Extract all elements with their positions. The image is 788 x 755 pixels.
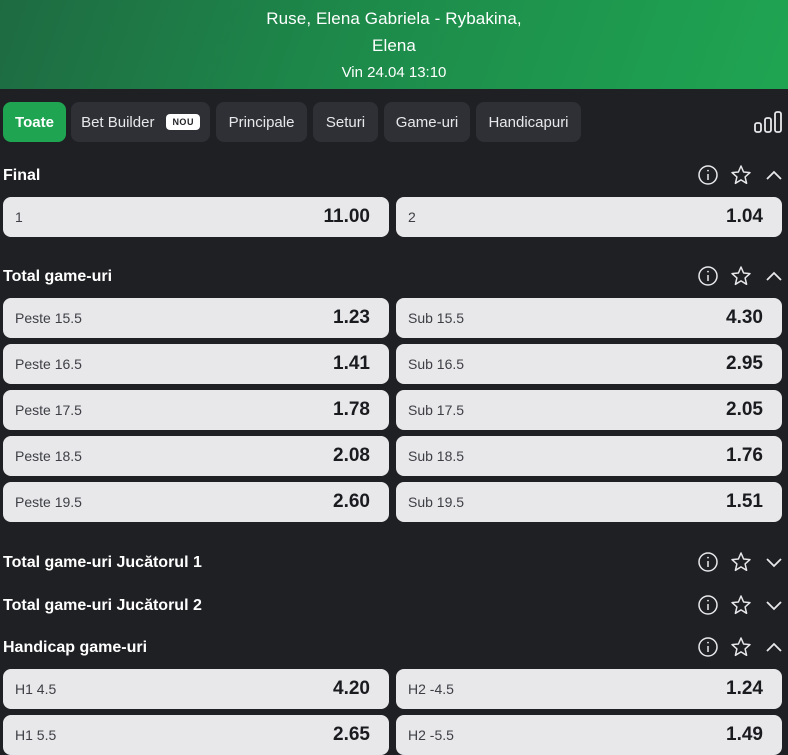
odd-label: Peste 18.5 xyxy=(15,448,82,464)
match-title-line1: Ruse, Elena Gabriela - Rybakina, xyxy=(266,9,522,28)
odd-label: Peste 15.5 xyxy=(15,310,82,326)
odd-value: 2.08 xyxy=(333,445,370,466)
odd-label: Sub 18.5 xyxy=(408,448,465,464)
odd-value: 1.24 xyxy=(726,678,763,699)
odd-label: Peste 17.5 xyxy=(15,402,82,418)
odd-button[interactable]: Sub 17.5 2.05 xyxy=(396,390,782,430)
tab-principale[interactable]: Principale xyxy=(216,102,307,142)
section-title-handicap-games: Handicap game-uri xyxy=(3,639,148,656)
info-icon[interactable] xyxy=(697,265,719,287)
odd-button[interactable]: Peste 19.5 2.60 xyxy=(3,482,389,522)
odd-label: Peste 19.5 xyxy=(15,494,82,510)
tab-label: Principale xyxy=(228,113,295,131)
tab-label: Toate xyxy=(15,113,54,131)
info-icon[interactable] xyxy=(697,636,719,658)
odd-value: 1.51 xyxy=(726,491,763,512)
odd-label: H2 -4.5 xyxy=(408,681,454,697)
odd-label: Peste 16.5 xyxy=(15,356,82,372)
chevron-down-icon[interactable] xyxy=(763,594,785,616)
odd-button[interactable]: 1 11.00 xyxy=(3,197,389,237)
odd-value: 2.60 xyxy=(333,491,370,512)
odd-label: Sub 16.5 xyxy=(408,356,465,372)
odd-value: 2.95 xyxy=(726,353,763,374)
odd-label: Sub 17.5 xyxy=(408,402,465,418)
odd-label: Sub 15.5 xyxy=(408,310,465,326)
match-title-line2: Elena xyxy=(372,36,416,55)
chevron-up-icon[interactable] xyxy=(763,164,785,186)
tab-label: Game-uri xyxy=(395,113,459,131)
odd-value: 2.05 xyxy=(726,399,763,420)
odd-label: 1 xyxy=(15,209,23,225)
match-title: Ruse, Elena Gabriela - Rybakina, Elena xyxy=(0,5,788,59)
match-datetime: Vin 24.04 13:10 xyxy=(341,64,447,81)
odd-value: 1.78 xyxy=(333,399,370,420)
odd-label: Sub 19.5 xyxy=(408,494,465,510)
odd-value: 1.04 xyxy=(726,206,763,227)
star-icon[interactable] xyxy=(730,551,752,573)
tab-label: Seturi xyxy=(325,113,366,131)
star-icon[interactable] xyxy=(730,636,752,658)
odd-label: H1 5.5 xyxy=(15,727,57,743)
section-title-final: Final xyxy=(3,167,41,184)
chevron-up-icon[interactable] xyxy=(763,265,785,287)
odd-button[interactable]: Peste 18.5 2.08 xyxy=(3,436,389,476)
star-icon[interactable] xyxy=(730,594,752,616)
odd-button[interactable]: Sub 15.5 4.30 xyxy=(396,298,782,338)
section-actions xyxy=(697,164,785,188)
section-actions xyxy=(697,265,785,289)
odd-button[interactable]: H1 5.5 2.65 xyxy=(3,715,389,755)
tab-handicapuri[interactable]: Handicapuri xyxy=(476,102,581,142)
tab-label: Bet Builder xyxy=(81,113,155,131)
tab-bet-builder[interactable]: Bet Builder NOU xyxy=(71,102,210,142)
info-icon[interactable] xyxy=(697,594,719,616)
odd-value: 2.65 xyxy=(333,724,370,745)
odd-button[interactable]: Sub 19.5 1.51 xyxy=(396,482,782,522)
info-icon[interactable] xyxy=(697,551,719,573)
section-actions xyxy=(697,594,785,618)
tab-toate[interactable]: Toate xyxy=(3,102,66,142)
tab-seturi[interactable]: Seturi xyxy=(313,102,378,142)
chevron-up-icon[interactable] xyxy=(763,636,785,658)
odd-value: 11.00 xyxy=(323,206,371,227)
odd-button[interactable]: Peste 17.5 1.78 xyxy=(3,390,389,430)
chevron-down-icon[interactable] xyxy=(763,551,785,573)
section-title-total-games: Total game-uri xyxy=(3,268,113,285)
odd-button[interactable]: H1 4.5 4.20 xyxy=(3,669,389,709)
odd-button[interactable]: H2 -4.5 1.24 xyxy=(396,669,782,709)
odd-value: 1.41 xyxy=(333,353,370,374)
section-actions xyxy=(697,551,785,575)
odd-button[interactable]: Sub 18.5 1.76 xyxy=(396,436,782,476)
odd-label: H1 4.5 xyxy=(15,681,57,697)
match-header: Ruse, Elena Gabriela - Rybakina, Elena V… xyxy=(0,0,788,89)
section-title-total-games-player1[interactable]: Total game-uri Jucătorul 1 xyxy=(3,553,202,573)
star-icon[interactable] xyxy=(730,164,752,186)
info-icon[interactable] xyxy=(697,164,719,186)
odd-value: 4.30 xyxy=(726,307,763,328)
odd-value: 1.76 xyxy=(726,445,763,466)
odd-button[interactable]: Sub 16.5 2.95 xyxy=(396,344,782,384)
odd-button[interactable]: 2 1.04 xyxy=(396,197,782,237)
odd-value: 1.23 xyxy=(333,307,370,328)
odd-label: H2 -5.5 xyxy=(408,727,454,743)
odd-button[interactable]: Peste 15.5 1.23 xyxy=(3,298,389,338)
section-actions xyxy=(697,636,785,660)
new-badge: NOU xyxy=(166,114,200,130)
star-icon[interactable] xyxy=(730,265,752,287)
bar-chart-icon[interactable] xyxy=(753,110,783,134)
section-title-total-games-player2[interactable]: Total game-uri Jucătorul 2 xyxy=(3,596,202,616)
odd-value: 4.20 xyxy=(333,678,370,699)
odd-value: 1.49 xyxy=(726,724,763,745)
odd-button[interactable]: Peste 16.5 1.41 xyxy=(3,344,389,384)
tab-label: Handicapuri xyxy=(488,113,569,131)
odd-button[interactable]: H2 -5.5 1.49 xyxy=(396,715,782,755)
odd-label: 2 xyxy=(408,209,416,225)
tab-game-uri[interactable]: Game-uri xyxy=(384,102,470,142)
